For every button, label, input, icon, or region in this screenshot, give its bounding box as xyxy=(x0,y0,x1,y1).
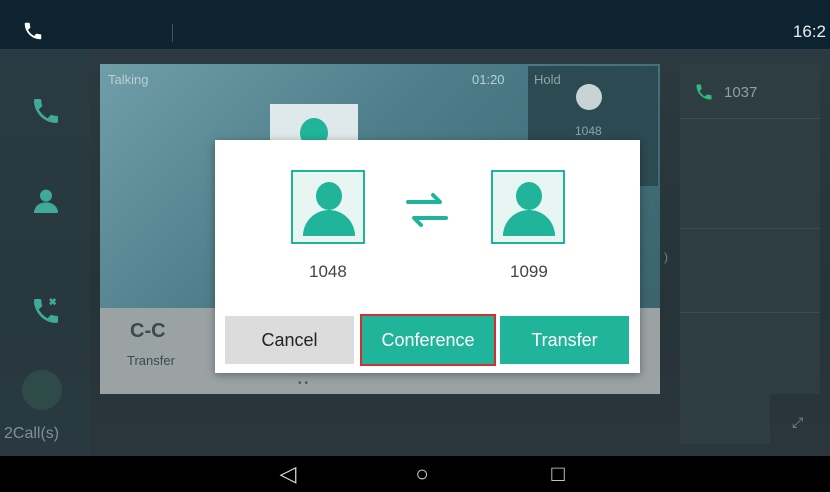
transfer-icon[interactable]: C-C xyxy=(130,320,166,343)
line-divider xyxy=(680,228,820,229)
call-history-icon[interactable] xyxy=(30,295,62,327)
calls-count-label[interactable]: 2Call(s) xyxy=(4,425,59,443)
home-icon[interactable]: ○ xyxy=(404,456,440,492)
phone-icon[interactable] xyxy=(30,95,62,127)
hold-number: 1048 xyxy=(575,124,602,138)
line-divider xyxy=(680,312,820,313)
recents-icon[interactable]: □ xyxy=(540,456,576,492)
status-bar: 16:2 xyxy=(0,0,830,50)
chevron-right-icon: ) xyxy=(664,250,668,264)
line-number[interactable]: 1037 xyxy=(724,84,757,101)
status-time: 16:2 xyxy=(792,22,826,41)
hold-icon xyxy=(576,84,602,110)
phone-icon[interactable] xyxy=(22,20,44,42)
caller-avatar xyxy=(270,104,358,148)
contacts-icon[interactable] xyxy=(30,185,62,217)
function-transfer-label[interactable]: Transfer xyxy=(127,353,175,368)
active-calls-indicator[interactable] xyxy=(22,370,62,410)
talking-duration: 01:20 xyxy=(472,72,505,87)
hold-label: Hold xyxy=(534,72,561,87)
page-dots: •• xyxy=(298,378,312,389)
cancel-button[interactable]: Cancel xyxy=(225,316,354,364)
conference-button[interactable]: Conference xyxy=(360,314,496,366)
line-divider xyxy=(680,118,820,119)
right-party-number: 1099 xyxy=(510,262,548,281)
swap-arrows-icon xyxy=(406,193,448,227)
contact-avatar-icon xyxy=(491,170,565,244)
line-phone-icon xyxy=(696,84,712,100)
expand-icon[interactable]: ⤢ xyxy=(792,414,803,431)
left-party-number: 1048 xyxy=(309,262,347,281)
contact-avatar-icon xyxy=(291,170,365,244)
status-divider xyxy=(172,24,173,42)
transfer-button[interactable]: Transfer xyxy=(500,316,629,364)
expand-panel xyxy=(680,394,770,444)
line-panel xyxy=(680,64,820,394)
talking-label: Talking xyxy=(108,72,149,87)
back-icon[interactable]: ◁ xyxy=(270,456,306,492)
left-nav: 2Call(s) xyxy=(0,50,90,456)
